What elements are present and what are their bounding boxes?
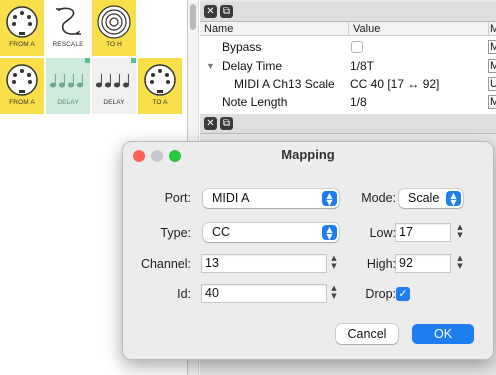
high-stepper[interactable]: ▲ ▼: [455, 254, 465, 273]
type-label: Type:: [160, 226, 191, 240]
concentric-rings-icon: [94, 4, 134, 40]
chevron-updown-icon: ▲ ▼: [322, 225, 337, 241]
properties-panel-bar: ✕ ⧉: [200, 2, 496, 22]
module-delay-1[interactable]: DELAY: [46, 58, 90, 114]
low-label: Low:: [369, 226, 396, 240]
chevron-updown-icon: ▲ ▼: [322, 191, 337, 207]
module-delay-2[interactable]: DELAY: [92, 58, 136, 114]
midi-din-icon: [2, 62, 42, 98]
drop-label: Drop:: [365, 287, 396, 301]
property-value[interactable]: 1/8T: [350, 57, 374, 75]
mode-select-value: Scale: [408, 191, 440, 205]
property-name: Bypass: [222, 40, 262, 54]
type-select-value: CC: [212, 225, 231, 239]
port-select-value: MIDI A: [212, 191, 250, 205]
midi-din-icon: [140, 62, 180, 98]
row-menu[interactable]: M: [488, 59, 496, 73]
midi-din-icon: [2, 4, 42, 40]
module-to-h[interactable]: TO H: [92, 0, 136, 56]
port-select[interactable]: MIDI A ▲ ▼: [203, 189, 339, 208]
second-panel-bar: ✕ ⧉: [200, 114, 496, 134]
dialog-title: Mapping: [281, 147, 335, 162]
module-label: FROM A: [9, 41, 35, 48]
high-label: High:: [366, 257, 396, 271]
module-label: FROM A: [9, 99, 35, 106]
module-label: TO H: [106, 41, 122, 48]
property-name: Note Length: [222, 95, 288, 109]
column-header-value[interactable]: Value: [348, 22, 488, 36]
connection-dot: [131, 58, 136, 63]
bypass-checkbox[interactable]: [351, 41, 363, 53]
close-icon[interactable]: ✕: [204, 5, 217, 18]
scrollbar-thumb[interactable]: [190, 4, 196, 30]
mode-select[interactable]: Scale ▲ ▼: [399, 189, 463, 208]
drop-checkbox[interactable]: ✓: [396, 287, 410, 301]
module-rescale[interactable]: RESCALE: [46, 0, 90, 56]
float-window-icon[interactable]: ⧉: [220, 5, 233, 18]
mode-label: Mode:: [361, 191, 396, 205]
row-menu[interactable]: M: [488, 95, 496, 109]
module-grid: FROM A RESCALE TO H FROM A DELAY DELAY T…: [0, 0, 182, 120]
row-menu[interactable]: M: [488, 40, 496, 54]
close-icon[interactable]: ✕: [204, 117, 217, 130]
cancel-button[interactable]: Cancel: [336, 324, 398, 344]
ok-button[interactable]: OK: [412, 324, 474, 344]
table-row[interactable]: Note Length 1/8 M: [200, 93, 496, 111]
property-name: Delay Time: [222, 59, 283, 73]
property-name: MIDI A Ch13 Scale: [234, 77, 335, 91]
module-label: TO A: [152, 99, 168, 106]
type-select[interactable]: CC ▲ ▼: [203, 223, 339, 242]
port-label: Port:: [164, 191, 191, 205]
notes-icon: [48, 62, 88, 98]
channel-label: Channel:: [140, 257, 191, 271]
module-label: DELAY: [57, 99, 79, 106]
id-field[interactable]: 40: [201, 284, 327, 303]
rescale-curve-icon: [48, 4, 88, 40]
module-from-a-1[interactable]: FROM A: [0, 0, 44, 56]
low-field[interactable]: 17: [395, 223, 451, 242]
property-value[interactable]: CC 40 [17 ↔ 92]: [350, 75, 439, 93]
mapping-dialog: Mapping Port: MIDI A ▲ ▼ Mode: Scale ▲ ▼ T…: [122, 141, 494, 360]
table-row[interactable]: ▼ Delay Time 1/8T M: [200, 57, 496, 75]
row-menu[interactable]: U: [488, 77, 496, 91]
property-value[interactable]: 1/8: [350, 93, 367, 111]
connection-dot: [85, 58, 90, 63]
channel-field[interactable]: 13: [201, 254, 327, 273]
module-to-a[interactable]: TO A: [138, 58, 182, 114]
id-label: Id:: [177, 287, 191, 301]
module-label: DELAY: [103, 99, 125, 106]
column-header-name[interactable]: Name: [200, 22, 348, 36]
chevron-down-icon[interactable]: ▼: [206, 57, 215, 75]
module-from-a-2[interactable]: FROM A: [0, 58, 44, 114]
table-row[interactable]: MIDI A Ch13 Scale CC 40 [17 ↔ 92] U: [200, 75, 496, 93]
low-stepper[interactable]: ▲ ▼: [455, 223, 465, 242]
table-row[interactable]: Bypass M: [200, 38, 496, 56]
properties-table: Name Value M Bypass M ▼ Delay Time 1/8T …: [200, 22, 496, 114]
module-label: RESCALE: [52, 41, 84, 48]
high-field[interactable]: 92: [395, 254, 451, 273]
chevron-updown-icon: ▲ ▼: [446, 191, 461, 207]
notes-icon: [94, 62, 134, 98]
float-window-icon[interactable]: ⧉: [220, 117, 233, 130]
column-header-more[interactable]: M: [488, 22, 496, 36]
